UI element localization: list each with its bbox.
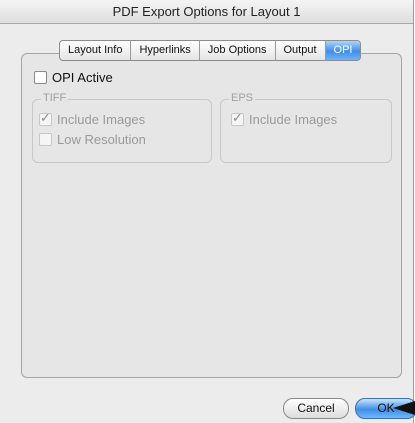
dialog-window: PDF Export Options for Layout 1 OPI Acti… (0, 0, 415, 423)
eps-include-images-checkbox[interactable]: ✓ Include Images (231, 110, 338, 127)
tab-bar: Layout Info Hyperlinks Job Options Outpu… (59, 40, 362, 61)
tiff-low-resolution-box[interactable] (39, 133, 52, 146)
tiff-include-images-checkbox[interactable]: ✓ Include Images (39, 110, 146, 127)
tiff-low-resolution-checkbox[interactable]: Low Resolution (39, 132, 146, 147)
opi-active-label: OPI Active (52, 70, 113, 85)
cancel-button[interactable]: Cancel (283, 398, 349, 419)
opi-active-box[interactable] (34, 71, 47, 84)
eps-group-title: EPS (229, 92, 256, 104)
tiff-include-images-label: Include Images (57, 112, 146, 127)
title-bar: PDF Export Options for Layout 1 (0, 0, 413, 24)
tiff-include-images-box[interactable]: ✓ (39, 110, 52, 126)
pointer-arrow-icon (393, 401, 415, 415)
eps-include-images-box[interactable]: ✓ (231, 110, 244, 126)
tab-opi[interactable]: OPI (325, 41, 361, 60)
eps-group: EPS ✓ Include Images (220, 92, 392, 163)
tiff-group-title: TIFF (41, 92, 69, 104)
tab-layout-info[interactable]: Layout Info (60, 41, 132, 60)
tab-output[interactable]: Output (276, 41, 326, 60)
eps-include-images-label: Include Images (249, 112, 338, 127)
window-title: PDF Export Options for Layout 1 (112, 4, 301, 19)
tab-job-options[interactable]: Job Options (200, 41, 276, 60)
checkmark-icon: ✓ (40, 110, 51, 125)
tab-hyperlinks[interactable]: Hyperlinks (131, 41, 200, 60)
tiff-group: TIFF ✓ Include Images Low Resolution (32, 92, 212, 163)
checkmark-icon: ✓ (232, 110, 243, 125)
tab-pane: OPI Active TIFF ✓ Include Images Low Res… (21, 53, 402, 378)
opi-active-checkbox[interactable]: OPI Active (34, 70, 113, 85)
tiff-low-resolution-label: Low Resolution (57, 132, 146, 147)
